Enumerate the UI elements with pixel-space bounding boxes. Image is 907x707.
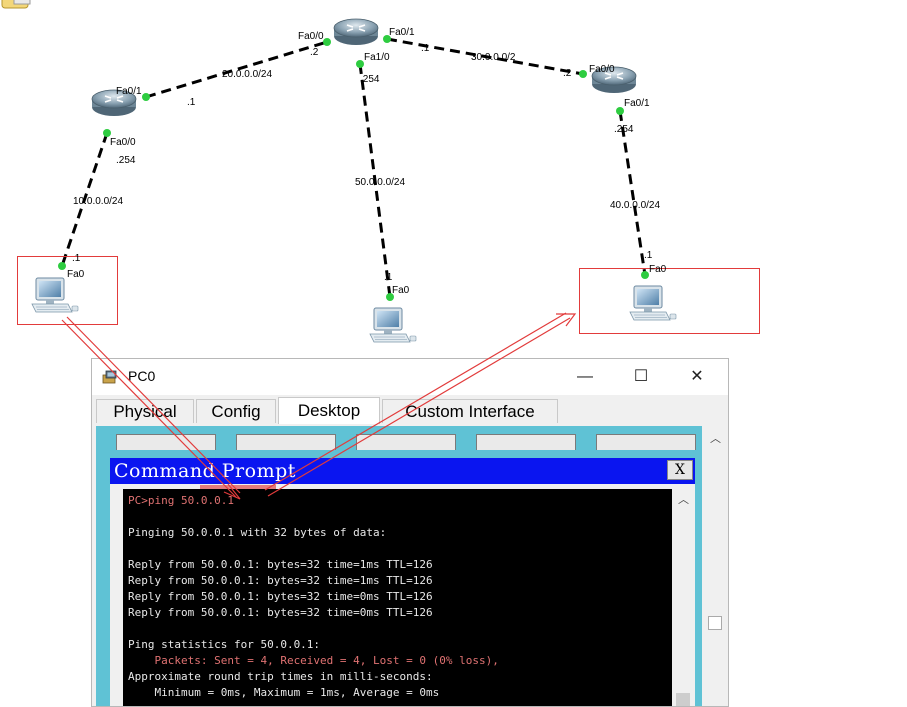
console-scroll-up-arrow-icon[interactable]: ︿: [678, 491, 689, 507]
command-prompt-console[interactable]: PC>ping 50.0.0.1 Pinging 50.0.0.1 with 3…: [123, 489, 672, 706]
console-line-9: Ping statistics for 50.0.0.1:: [128, 638, 321, 651]
label-r1-fa00: Fa0/0: [110, 137, 136, 148]
partial-device-icon[interactable]: [1, 0, 31, 9]
label-r1-host-254: .254: [116, 155, 136, 166]
annotation-underline: [200, 485, 276, 489]
label-net-50: 50.0.0.0/24: [355, 177, 405, 188]
console-line-2: Pinging 50.0.0.1 with 32 bytes of data:: [128, 526, 387, 539]
label-r3-fa01: Fa0/1: [624, 98, 650, 109]
tab-custom-interface[interactable]: Custom Interface: [382, 399, 558, 423]
label-pc0-fa0: Fa0: [67, 269, 85, 280]
desktop-app-icon-1[interactable]: [116, 434, 216, 450]
pc0-highlight-box: [17, 256, 118, 325]
desktop-app-icon-3[interactable]: [356, 434, 456, 450]
label-pc-middle-host-1: .1: [384, 272, 393, 283]
scroll-thumb[interactable]: [708, 616, 722, 630]
tab-physical[interactable]: Physical: [96, 399, 194, 423]
command-prompt-title: Command Prompt: [114, 460, 296, 482]
label-pc-right-fa0: Fa0: [649, 264, 667, 275]
console-line-4: Reply from 50.0.0.1: bytes=32 time=1ms T…: [128, 558, 433, 571]
pc-middle-icon[interactable]: [369, 307, 417, 343]
router-center-icon[interactable]: [333, 18, 379, 46]
console-line-10: Packets: Sent = 4, Received = 4, Lost = …: [128, 654, 499, 667]
close-button[interactable]: ✕: [682, 365, 712, 389]
minimize-button[interactable]: —: [570, 365, 600, 389]
label-r1-fa01: Fa0/1: [116, 86, 142, 97]
desktop-app-icon-4[interactable]: [476, 434, 576, 450]
label-r2-host-254: .254: [360, 74, 380, 85]
label-r2-host-1: .1: [421, 43, 430, 54]
label-net-30: 30.0.0.0/2: [471, 52, 516, 63]
console-line-5: Reply from 50.0.0.1: bytes=32 time=1ms T…: [128, 574, 433, 587]
console-line-12: Minimum = 0ms, Maximum = 1ms, Average = …: [128, 686, 440, 699]
desktop-app-icon-5[interactable]: [596, 434, 696, 450]
window-title: PC0: [128, 368, 156, 384]
label-r3-host-254: .254: [614, 124, 634, 135]
scroll-up-arrow-icon[interactable]: ︿: [710, 430, 721, 446]
window-titlebar[interactable]: PC0 — ☐ ✕: [92, 359, 728, 395]
tab-config[interactable]: Config: [196, 399, 276, 423]
command-prompt-close-button[interactable]: X: [667, 460, 693, 480]
label-pc-middle-fa0: Fa0: [392, 285, 410, 296]
label-pc-right-host-1: .1: [644, 250, 653, 261]
pc-right-highlight-box: [579, 268, 760, 334]
console-line-11: Approximate round trip times in milli-se…: [128, 670, 433, 683]
tab-bar: Physical Config Desktop Custom Interface: [92, 397, 728, 424]
packet-tracer-pc-icon: [102, 370, 117, 384]
label-net-40: 40.0.0.0/24: [610, 200, 660, 211]
pc0-window[interactable]: PC0 — ☐ ✕ Physical Config Desktop Custom…: [91, 358, 729, 707]
console-scrollbar[interactable]: ︿: [673, 489, 693, 706]
console-line-6: Reply from 50.0.0.1: bytes=32 time=0ms T…: [128, 590, 433, 603]
console-line-0: PC>ping 50.0.0.1: [128, 494, 234, 507]
pc-right-icon[interactable]: [629, 285, 677, 321]
pc0-icon[interactable]: [31, 277, 79, 313]
console-scroll-thumb[interactable]: [676, 693, 690, 706]
maximize-button[interactable]: ☐: [626, 365, 656, 389]
command-prompt-titlebar[interactable]: Command Prompt X: [110, 458, 695, 484]
label-r2-fa01: Fa0/1: [389, 27, 415, 38]
console-output: PC>ping 50.0.0.1 Pinging 50.0.0.1 with 3…: [123, 489, 672, 701]
desktop-app-icon-2[interactable]: [236, 434, 336, 450]
label-r1-host-1: .1: [187, 97, 196, 108]
console-line-7: Reply from 50.0.0.1: bytes=32 time=0ms T…: [128, 606, 433, 619]
label-r2-host-2: .2: [310, 47, 319, 58]
label-net-10: 10.0.0.0/24: [73, 196, 123, 207]
label-r2-fa00: Fa0/0: [298, 31, 324, 42]
label-net-20: 20.0.0.0/24: [222, 69, 272, 80]
label-pc0-host-1: .1: [72, 253, 81, 264]
label-r3-fa00: Fa0/0: [589, 64, 615, 75]
tab-desktop[interactable]: Desktop: [278, 397, 380, 424]
label-r2-fa10: Fa1/0: [364, 52, 390, 63]
label-r3-host-2: .2: [563, 68, 572, 79]
desktop-scrollbar[interactable]: ︿: [704, 426, 728, 706]
